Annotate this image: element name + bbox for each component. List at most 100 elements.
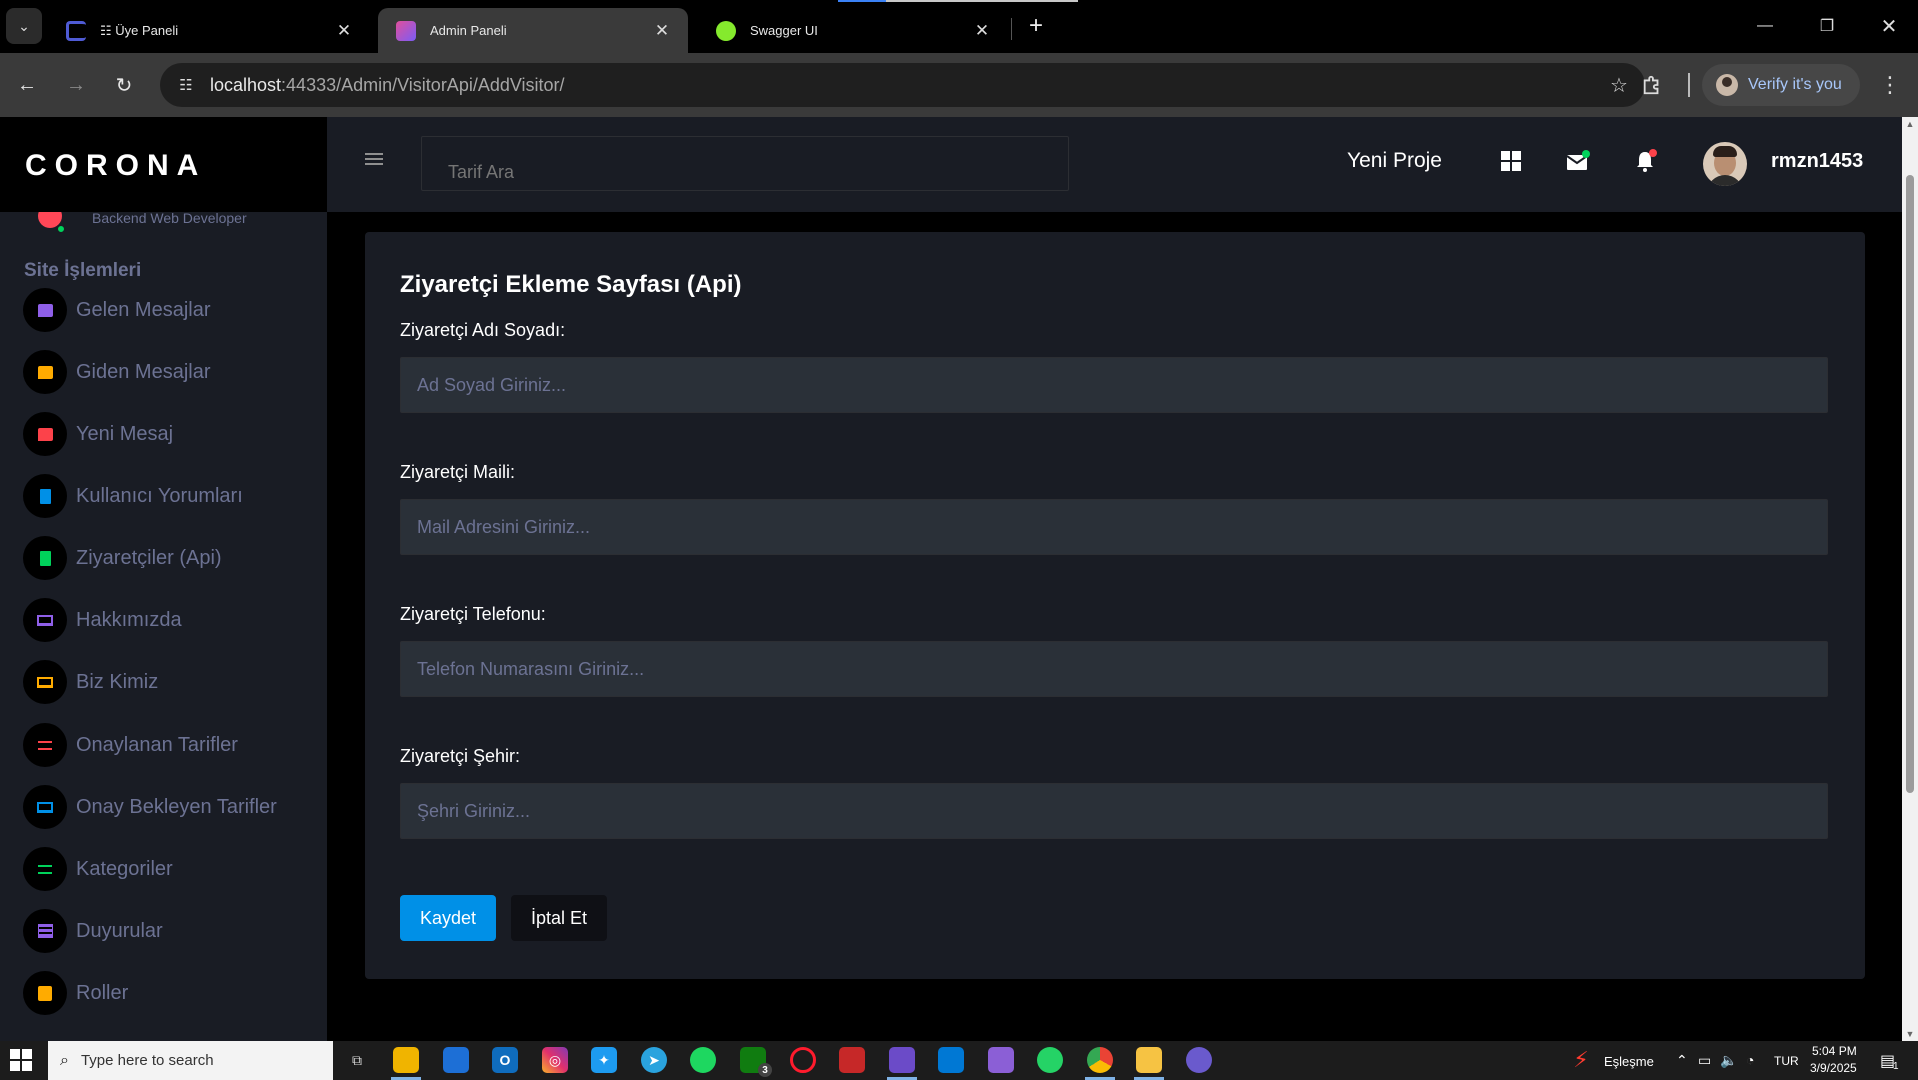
- scroll-down-arrow-icon[interactable]: ▼: [1905, 1029, 1915, 1039]
- phone-input[interactable]: [400, 641, 1828, 697]
- taskbar-search-placeholder: Type here to search: [80, 1052, 214, 1069]
- menu-toggle-icon[interactable]: [365, 153, 383, 167]
- restore-window-button[interactable]: ❐: [1804, 10, 1850, 42]
- save-button[interactable]: Kaydet: [400, 895, 496, 941]
- sidebar-item-onaylanan-tarifler[interactable]: Onaylanan Tarifler: [0, 720, 327, 770]
- chrome-icon[interactable]: [1087, 1047, 1113, 1073]
- sidebar-item-giden-mesajlar[interactable]: Giden Mesajlar: [0, 347, 327, 397]
- back-button[interactable]: ←: [9, 67, 45, 103]
- xbox-icon[interactable]: 3: [740, 1047, 772, 1077]
- clock-time[interactable]: 5:04 PM: [1812, 1044, 1857, 1058]
- cancel-button[interactable]: İptal Et: [511, 895, 607, 941]
- instagram-icon[interactable]: ◎: [542, 1047, 568, 1073]
- scroll-up-arrow-icon[interactable]: ▲: [1905, 119, 1915, 129]
- browser-tab-strip: ⌄ ☷ Üye Paneli ✕ Admin Paneli ✕ Swagger …: [0, 0, 1918, 53]
- verify-identity-chip[interactable]: Verify it's you: [1702, 64, 1860, 106]
- message-icon: [23, 288, 67, 332]
- visual-studio-icon[interactable]: [889, 1047, 915, 1073]
- city-field-label: Ziyaretçi Şehir:: [400, 746, 521, 766]
- brand-area: CORONA: [0, 117, 327, 212]
- tab-swagger-ui[interactable]: Swagger UI ✕: [698, 8, 1008, 53]
- mail-icon[interactable]: [1564, 147, 1592, 175]
- web-page: CORONA Backend Web Developer Site İşleml…: [0, 117, 1902, 1041]
- name-field-label: Ziyaretçi Adı Soyadı:: [400, 320, 566, 340]
- browser-menu-icon[interactable]: ⋮: [1872, 67, 1908, 103]
- close-tab-icon[interactable]: ✕: [650, 19, 674, 43]
- sidebar-item-duyurular[interactable]: Duyurular: [0, 906, 327, 956]
- mail-input[interactable]: [400, 499, 1828, 555]
- store-icon[interactable]: [443, 1047, 469, 1073]
- windows-taskbar: ⌕ Type here to search ⧉ O ◎ ✦ ➤ 3 ⚡ Eşle…: [0, 1041, 1918, 1080]
- new-project-link[interactable]: Yeni Proje: [1347, 149, 1442, 173]
- sidebar-item-label: Duyurular: [76, 919, 163, 942]
- brand-logo[interactable]: CORONA: [25, 149, 206, 183]
- minimize-window-button[interactable]: —: [1742, 10, 1788, 42]
- close-tab-icon[interactable]: ✕: [970, 19, 994, 43]
- telegram-icon[interactable]: ➤: [641, 1047, 667, 1073]
- username-label[interactable]: rmzn1453: [1771, 150, 1863, 173]
- tab-loading-indicator: [838, 0, 1078, 2]
- forward-button[interactable]: →: [58, 67, 94, 103]
- sidebar-item-yeni-mesaj[interactable]: Yeni Mesaj: [0, 409, 327, 459]
- sidebar-item-label: Gelen Mesajlar: [76, 298, 211, 321]
- sidebar-item-biz-kimiz[interactable]: Biz Kimiz: [0, 657, 327, 707]
- name-input[interactable]: [400, 357, 1828, 413]
- outlook-icon[interactable]: O: [492, 1047, 518, 1073]
- tab-title: Swagger UI: [750, 23, 818, 38]
- app-icon[interactable]: [1186, 1047, 1212, 1073]
- apps-grid-icon[interactable]: [1497, 147, 1525, 175]
- search-input[interactable]: [421, 136, 1069, 191]
- sidebar-item-label: Hakkımızda: [76, 608, 182, 631]
- sync-label[interactable]: Eşleşme: [1604, 1054, 1654, 1069]
- sidebar-item-hakkimizda[interactable]: Hakkımızda: [0, 595, 327, 645]
- laptop-icon: [23, 785, 67, 829]
- twitter-icon[interactable]: ✦: [591, 1047, 617, 1073]
- task-view-icon[interactable]: ⧉: [344, 1047, 370, 1073]
- opera-icon[interactable]: [790, 1047, 816, 1073]
- address-bar[interactable]: ☷ localhost:44333/Admin/VisitorApi/AddVi…: [160, 63, 1645, 107]
- file-document-icon: [23, 474, 67, 518]
- user-avatar[interactable]: [1703, 142, 1747, 186]
- sidebar-item-kullanici-yorumlari[interactable]: Kullanıcı Yorumları: [0, 471, 327, 521]
- wifi-icon[interactable]: ◔: [1746, 1052, 1754, 1068]
- language-indicator[interactable]: TUR: [1774, 1054, 1799, 1068]
- admin-paneli-favicon-icon: [396, 20, 416, 41]
- top-navbar: Yeni Proje rmzn1453: [327, 117, 1902, 212]
- site-info-icon[interactable]: ☷: [174, 73, 198, 97]
- tab-uye-paneli[interactable]: ☷ Üye Paneli ✕: [48, 8, 370, 53]
- profile-subtitle: Backend Web Developer: [92, 212, 247, 226]
- reload-button[interactable]: ↻: [106, 67, 142, 103]
- tab-search-button[interactable]: ⌄: [6, 8, 42, 44]
- sidebar-item-kategoriler[interactable]: Kategoriler: [0, 844, 327, 894]
- new-tab-button[interactable]: +: [1022, 12, 1050, 40]
- windows-start-icon[interactable]: [10, 1049, 32, 1071]
- scrollbar-thumb[interactable]: [1906, 175, 1914, 793]
- page-scrollbar[interactable]: ▲ ▼: [1902, 117, 1918, 1041]
- app-icon[interactable]: [1136, 1047, 1162, 1073]
- volume-icon[interactable]: 🔈: [1720, 1052, 1737, 1069]
- file-explorer-icon[interactable]: [393, 1047, 419, 1073]
- notification-bell-icon[interactable]: [1632, 147, 1660, 175]
- taskbar-search-box[interactable]: ⌕ Type here to search: [48, 1041, 333, 1080]
- extensions-icon[interactable]: [1634, 67, 1670, 103]
- bookmark-star-icon[interactable]: ☆: [1607, 73, 1631, 97]
- whatsapp-icon[interactable]: [1037, 1047, 1063, 1073]
- sidebar-item-ziyaretciler-api[interactable]: Ziyaretçiler (Api): [0, 533, 327, 583]
- clock-date[interactable]: 3/9/2025: [1810, 1061, 1857, 1075]
- sidebar-item-gelen-mesajlar[interactable]: Gelen Mesajlar: [0, 285, 327, 335]
- sidebar-item-onay-bekleyen-tarifler[interactable]: Onay Bekleyen Tarifler: [0, 782, 327, 832]
- vscode-icon[interactable]: [938, 1047, 964, 1073]
- visual-studio-icon[interactable]: [988, 1047, 1014, 1073]
- battery-icon[interactable]: ▭: [1698, 1052, 1711, 1069]
- sync-status-icon[interactable]: ⚡: [1568, 1047, 1594, 1073]
- url-text[interactable]: localhost:44333/Admin/VisitorApi/AddVisi…: [210, 75, 565, 96]
- uye-paneli-favicon-icon: [66, 20, 86, 41]
- app-icon[interactable]: [839, 1047, 865, 1073]
- city-input[interactable]: [400, 783, 1828, 839]
- tray-chevron-icon[interactable]: ⌃: [1676, 1052, 1688, 1069]
- sidebar-item-roller[interactable]: Roller: [0, 968, 327, 1018]
- tab-admin-paneli[interactable]: Admin Paneli ✕: [378, 8, 688, 53]
- spotify-icon[interactable]: [690, 1047, 716, 1073]
- close-tab-icon[interactable]: ✕: [332, 19, 356, 43]
- close-window-button[interactable]: ✕: [1866, 10, 1912, 42]
